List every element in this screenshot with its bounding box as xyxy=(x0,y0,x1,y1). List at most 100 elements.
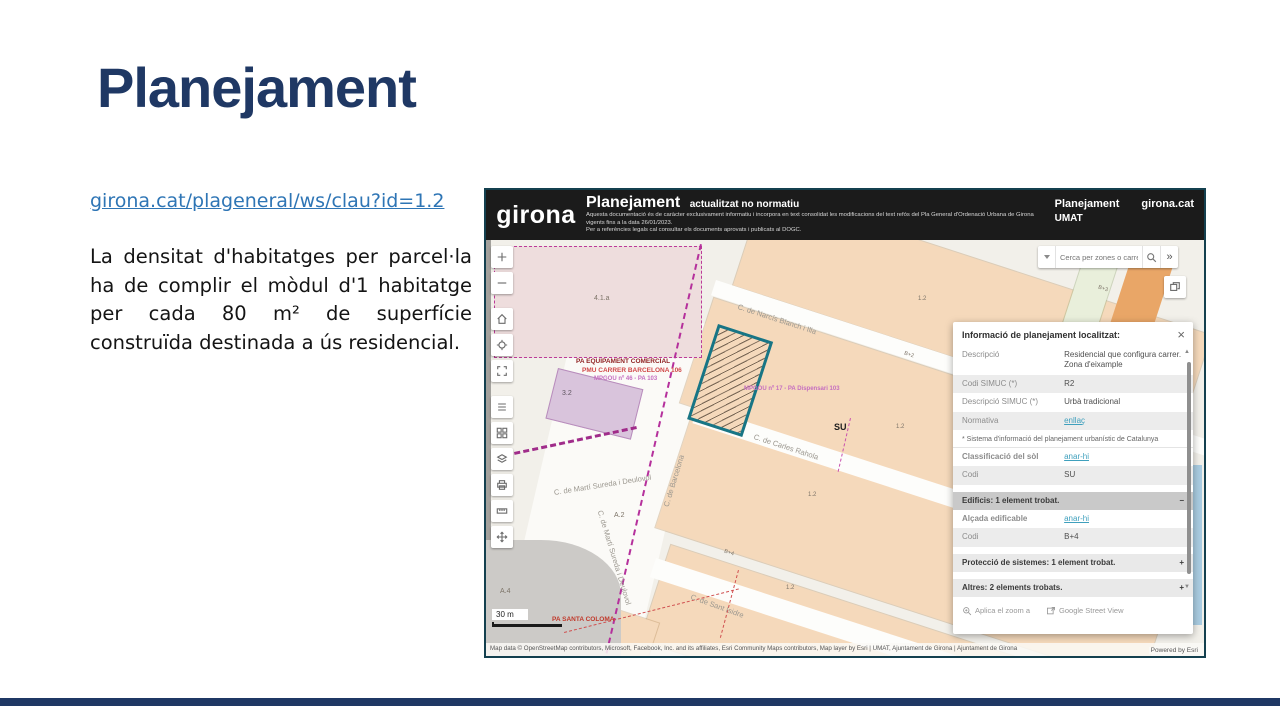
section-title: Alçada edificable xyxy=(962,514,1064,524)
section-row: Alçada edificable anar-hi xyxy=(953,510,1193,528)
row-label: Descripció SIMUC (*) xyxy=(962,397,1064,407)
viewer-app-subtitle: actualitzat no normatiu xyxy=(690,199,799,210)
collapse-icon[interactable]: − xyxy=(1179,496,1184,505)
zone-label: 1.2 xyxy=(786,585,794,591)
scroll-down-icon[interactable]: ▼ xyxy=(1184,584,1190,590)
panel-scrollbar[interactable] xyxy=(1187,362,1191,574)
plan-label: PMU CARRER BARCELONA 106 xyxy=(582,367,682,374)
row-value: B+4 xyxy=(1064,532,1184,542)
zoom-to-icon xyxy=(962,606,972,616)
anar-hi-link[interactable]: anar-hi xyxy=(1064,452,1089,461)
table-row: Codi SIMUC (*) R2 xyxy=(953,375,1193,393)
row-value: Residencial que configura carrer. Zona d… xyxy=(1064,350,1184,371)
basemap-toggle-button[interactable] xyxy=(1164,276,1186,298)
expand-icon[interactable]: + xyxy=(1179,558,1184,567)
section-title: Classificació del sòl xyxy=(962,452,1064,462)
panel-footnote: * Sistema d'informació del planejament u… xyxy=(953,430,1193,447)
slide-accent-bar xyxy=(0,698,1280,706)
table-row: Codi SU xyxy=(953,466,1193,484)
search-button[interactable] xyxy=(1142,246,1160,268)
search-expand-button[interactable]: » xyxy=(1160,246,1178,268)
plan-label: MPGOU nº 46 - PA 103 xyxy=(594,376,657,382)
plan-label: MPGOU nº 17 - PA Dispensari 103 xyxy=(744,386,840,392)
zone-label: A.4 xyxy=(500,588,511,595)
table-row: Normativa enllaç xyxy=(953,412,1193,430)
basemap-icon xyxy=(1169,281,1181,293)
zone-label: 1.2 xyxy=(808,492,816,498)
scroll-up-icon[interactable]: ▲ xyxy=(1184,349,1190,355)
viewer-disclaimer-2: Per a referències legals cal consultar e… xyxy=(586,227,1051,235)
zone-label: 1.2 xyxy=(896,424,904,430)
zone-label: SU xyxy=(834,422,847,432)
brand-planejament: Planejament xyxy=(1055,198,1120,210)
scale-label: 30 m xyxy=(492,609,528,620)
plan-label: PA EQUIPAMENT COMERCIAL xyxy=(576,358,670,365)
zone-label: 1.2 xyxy=(918,296,926,302)
scale-rule xyxy=(492,622,562,627)
apply-zoom-action[interactable]: Aplica el zoom a xyxy=(962,606,1030,616)
zoom-out-button[interactable] xyxy=(491,272,513,294)
row-value: R2 xyxy=(1064,379,1184,389)
brand-umat: UMAT xyxy=(1055,213,1194,224)
normativa-link[interactable]: enllaç xyxy=(1064,416,1085,425)
measure-button[interactable] xyxy=(491,500,513,522)
pink-plan-block xyxy=(494,246,702,358)
map-canvas[interactable]: C. de Narcís Blanch i Illa C. de Carles … xyxy=(486,240,1204,656)
search-source-dropdown[interactable] xyxy=(1038,246,1056,268)
table-row: Descripció Residencial que configura car… xyxy=(953,346,1193,375)
row-value: SU xyxy=(1064,470,1184,480)
print-button[interactable] xyxy=(491,474,513,496)
scale-bar: 30 m xyxy=(492,604,562,627)
table-row: Descripció SIMUC (*) Urbà tradicional xyxy=(953,393,1193,411)
viewer-header-text: Planejament actualitzat no normatiu Aque… xyxy=(586,190,1056,240)
fullscreen-button[interactable] xyxy=(491,360,513,382)
map-attribution: Map data © OpenStreetMap contributors, M… xyxy=(486,643,1204,656)
body-paragraph: La densitat d'habitatges per parcel·la h… xyxy=(90,243,472,358)
row-label: Codi xyxy=(962,470,1064,480)
row-label: Descripció xyxy=(962,350,1064,371)
section-header-label: Edificis: 1 element trobat. xyxy=(962,496,1059,505)
viewer-disclaimer-1: Aquesta documentació és de caràcter excl… xyxy=(586,212,1051,227)
section-header-proteccio[interactable]: Protecció de sistemes: 1 element trobat.… xyxy=(953,554,1193,572)
viewer-app-title: Planejament xyxy=(586,194,680,211)
section-header-altres[interactable]: Altres: 2 elements trobats. + xyxy=(953,579,1193,597)
zone-label: 3.2 xyxy=(562,390,572,397)
search-bar: » xyxy=(1038,246,1178,268)
viewer-header: girona Planejament actualitzat no normat… xyxy=(486,190,1204,240)
planejament-viewer: girona Planejament actualitzat no normat… xyxy=(484,188,1206,658)
info-panel-title: Informació de planejament localitzat: xyxy=(953,322,1193,346)
close-icon[interactable]: × xyxy=(1177,327,1185,342)
row-label: Codi SIMUC (*) xyxy=(962,379,1064,389)
zone-label: 4.1.a xyxy=(594,295,610,302)
powered-by-esri: Powered by Esri xyxy=(1149,647,1200,654)
search-icon xyxy=(1146,252,1157,263)
search-input[interactable] xyxy=(1056,253,1142,262)
zone-label: A.2 xyxy=(614,512,625,519)
anar-hi-link[interactable]: anar-hi xyxy=(1064,514,1089,523)
street-view-icon xyxy=(1046,606,1056,616)
row-label: Normativa xyxy=(962,416,1064,426)
section-header-edificis[interactable]: Edificis: 1 element trobat. − xyxy=(953,492,1193,510)
table-row: Codi B+4 xyxy=(953,528,1193,546)
page-title: Planejament xyxy=(97,55,416,120)
chevron-down-icon xyxy=(1044,255,1050,259)
home-button[interactable] xyxy=(491,308,513,330)
pan-button[interactable] xyxy=(491,526,513,548)
row-value: Urbà tradicional xyxy=(1064,397,1184,407)
section-header-label: Protecció de sistemes: 1 element trobat. xyxy=(962,558,1115,567)
section-row: Classificació del sòl anar-hi xyxy=(953,447,1193,466)
row-label: Codi xyxy=(962,532,1064,542)
map-toolbar xyxy=(491,246,513,548)
basemap-gallery-button[interactable] xyxy=(491,422,513,444)
zoom-in-button[interactable] xyxy=(491,246,513,268)
legend-button[interactable] xyxy=(491,396,513,418)
street-view-action[interactable]: Google Street View xyxy=(1046,606,1123,616)
viewer-brand: Planejament girona.cat UMAT xyxy=(1055,198,1194,224)
girona-logo[interactable]: girona xyxy=(486,190,586,240)
brand-girona-cat[interactable]: girona.cat xyxy=(1141,198,1194,210)
locate-button[interactable] xyxy=(491,334,513,356)
info-panel: Informació de planejament localitzat: × … xyxy=(953,322,1193,634)
layers-button[interactable] xyxy=(491,448,513,470)
section-header-label: Altres: 2 elements trobats. xyxy=(962,583,1062,592)
girona-hyperlink[interactable]: girona.cat/plageneral/ws/clau?id=1.2 xyxy=(90,190,444,212)
